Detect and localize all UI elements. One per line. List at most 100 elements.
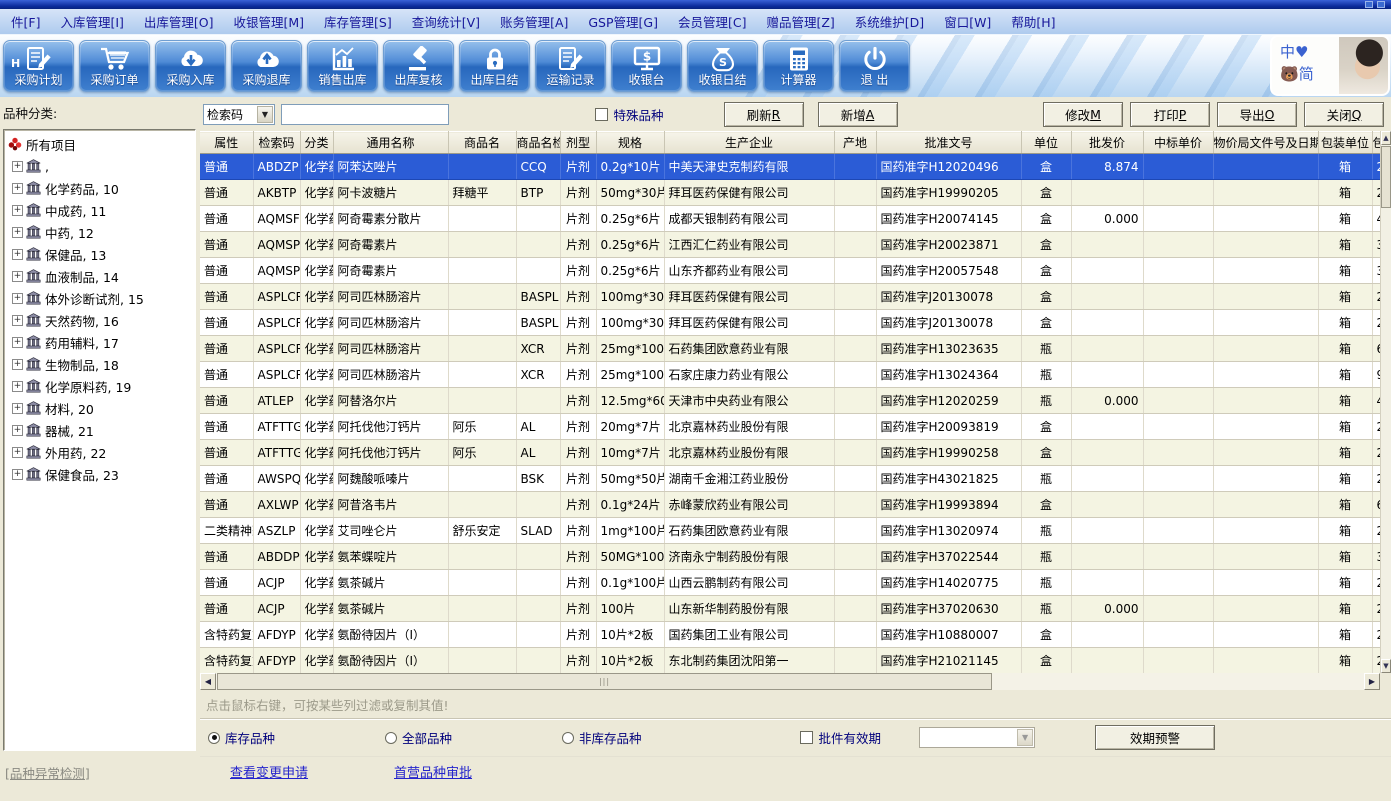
transport-record-button[interactable]: 运输记录 <box>535 40 606 92</box>
validity-period-select[interactable]: ▼ <box>919 727 1035 748</box>
non-stock-items-radio[interactable] <box>562 732 574 744</box>
all-items-radio[interactable] <box>385 732 397 744</box>
column-header[interactable]: 物价局文件号及日期 <box>1213 132 1318 154</box>
menu-item[interactable]: 系统维护[D] <box>845 12 934 31</box>
view-change-request-link[interactable]: 查看变更申请 <box>230 762 308 781</box>
column-header[interactable]: 商品名 <box>448 132 516 154</box>
modify-button[interactable]: 修改 M <box>1043 102 1123 127</box>
tree-item[interactable]: +体外诊断试剂, 15 <box>6 287 195 309</box>
table-row[interactable]: 普通AXLWP化学药阿昔洛韦片片剂0.1g*24片赤峰蒙欣药业有限公司国药准字H… <box>200 492 1380 518</box>
cashier-button[interactable]: $收银台 <box>611 40 682 92</box>
anomaly-check-link[interactable]: [品种异常检测] <box>3 763 198 782</box>
table-row[interactable]: 普通ABDZP化学药阿苯达唑片CCQ片剂0.2g*10片中美天津史克制药有限国药… <box>200 154 1380 180</box>
column-header[interactable]: 生产企业 <box>664 132 834 154</box>
plus-expander-icon[interactable]: + <box>12 271 23 282</box>
menu-item[interactable]: 窗口[W] <box>934 12 1001 31</box>
table-row[interactable]: 普通ABDDP化学药氨苯蝶啶片片剂50MG*100片济南永宁制药股份有限国药准字… <box>200 544 1380 570</box>
h-scroll-thumb[interactable]: ||| <box>217 673 992 690</box>
add-button[interactable]: 新增 A <box>818 102 898 127</box>
purchase-return-button[interactable]: 采购退库 <box>231 40 302 92</box>
column-header[interactable]: 包装 <box>1372 132 1380 154</box>
table-row[interactable]: 普通AKBTP化学药阿卡波糖片拜糖平BTP片剂50mg*30片拜耳医药保健有限公… <box>200 180 1380 206</box>
scroll-down-icon[interactable]: ▼ <box>1381 659 1391 673</box>
plus-expander-icon[interactable]: + <box>12 161 23 172</box>
tree-item[interactable]: +外用药, 22 <box>6 441 195 463</box>
table-row[interactable]: 普通ATLEP化学药阿替洛尔片片剂12.5mg*60片天津市中央药业有限公国药准… <box>200 388 1380 414</box>
plus-expander-icon[interactable]: + <box>12 381 23 392</box>
column-header[interactable]: 规格 <box>596 132 664 154</box>
menu-item[interactable]: GSP管理[G] <box>578 12 668 31</box>
column-header[interactable]: 剂型 <box>560 132 596 154</box>
table-row[interactable]: 普通AQMSP化学药阿奇霉素片片剂0.25g*6片江西汇仁药业有限公司国药准字H… <box>200 232 1380 258</box>
close-button[interactable]: 关闭 Q <box>1304 102 1384 127</box>
menu-item[interactable]: 收银管理[M] <box>224 12 315 31</box>
table-row[interactable]: 普通ASPLCRP化学药阿司匹林肠溶片XCR片剂25mg*100片石药集团欧意药… <box>200 336 1380 362</box>
scroll-left-icon[interactable]: ◀ <box>200 673 216 690</box>
menu-item[interactable]: 件[F] <box>1 12 50 31</box>
tree-item[interactable]: +化学原料药, 19 <box>6 375 195 397</box>
menu-item[interactable]: 会员管理[C] <box>668 12 756 31</box>
export-button[interactable]: 导出O <box>1217 102 1297 127</box>
column-header[interactable]: 分类 <box>300 132 333 154</box>
scroll-right-icon[interactable]: ▶ <box>1364 673 1380 690</box>
table-row[interactable]: 普通ATFTTGP化学药阿托伐他汀钙片阿乐AL片剂20mg*7片北京嘉林药业股份… <box>200 414 1380 440</box>
tree-root-item[interactable]: 所有项目 <box>6 133 195 155</box>
tree-item[interactable]: +生物制品, 18 <box>6 353 195 375</box>
minimize-icon[interactable] <box>1365 1 1373 8</box>
v-scrollbar[interactable]: ▲ ▼ <box>1380 131 1391 673</box>
menu-item[interactable]: 帮助[H] <box>1001 12 1065 31</box>
table-row[interactable]: 普通ACJP化学药氨茶碱片片剂100片山东新华制药股份有限国药准字H370206… <box>200 596 1380 622</box>
column-header[interactable]: 中标单价 <box>1143 132 1213 154</box>
plus-expander-icon[interactable]: + <box>12 403 23 414</box>
tree-item[interactable]: +中药, 12 <box>6 221 195 243</box>
column-header[interactable]: 商品名检 <box>516 132 560 154</box>
tree-item[interactable]: +天然药物, 16 <box>6 309 195 331</box>
close-icon[interactable] <box>1377 1 1385 8</box>
table-row[interactable]: 普通ACJP化学药氨茶碱片片剂0.1g*100片山西云鹏制药有限公司国药准字H1… <box>200 570 1380 596</box>
column-header[interactable]: 产地 <box>834 132 876 154</box>
plus-expander-icon[interactable]: + <box>12 205 23 216</box>
column-header[interactable]: 包装单位 <box>1318 132 1372 154</box>
table-row[interactable]: 普通AWSPQP化学药阿魏酸哌嗪片BSK片剂50mg*50片湖南千金湘江药业股份… <box>200 466 1380 492</box>
chevron-down-icon[interactable]: ▼ <box>257 106 273 123</box>
print-button[interactable]: 打印P <box>1130 102 1210 127</box>
scroll-up-icon[interactable]: ▲ <box>1381 131 1391 145</box>
tree-item[interactable]: +血液制品, 14 <box>6 265 195 287</box>
menu-item[interactable]: 账务管理[A] <box>490 12 578 31</box>
plus-expander-icon[interactable]: + <box>12 447 23 458</box>
column-header[interactable]: 通用名称 <box>333 132 448 154</box>
window-controls[interactable] <box>1365 1 1385 8</box>
plus-expander-icon[interactable]: + <box>12 425 23 436</box>
table-row[interactable]: 普通ASPLCRP化学药阿司匹林肠溶片BASPL片剂100mg*30片拜耳医药保… <box>200 284 1380 310</box>
table-row[interactable]: 普通ATFTTGP化学药阿托伐他汀钙片阿乐AL片剂10mg*7片北京嘉林药业股份… <box>200 440 1380 466</box>
menu-item[interactable]: 赠品管理[Z] <box>756 12 844 31</box>
plus-expander-icon[interactable]: + <box>12 469 23 480</box>
approval-validity-checkbox[interactable] <box>800 731 813 744</box>
column-header[interactable]: 批发价 <box>1071 132 1143 154</box>
plus-expander-icon[interactable]: + <box>12 359 23 370</box>
search-field-select[interactable]: 检索码 ▼ <box>203 104 275 125</box>
column-header[interactable]: 批准文号 <box>876 132 1021 154</box>
column-header[interactable]: 单位 <box>1021 132 1071 154</box>
table-row[interactable]: 含特药复方AFDYP化学药氨酚待因片（Ⅰ）片剂10片*2板国药集团工业有限公司国… <box>200 622 1380 648</box>
menu-item[interactable]: 入库管理[I] <box>50 12 133 31</box>
special-items-checkbox[interactable] <box>595 108 608 121</box>
tree-item[interactable]: +保健食品, 23 <box>6 463 195 485</box>
calculator-button[interactable]: 计算器 <box>763 40 834 92</box>
tree-item[interactable]: +材料, 20 <box>6 397 195 419</box>
table-row[interactable]: 二类精神药ASZLP化学药艾司唑仑片舒乐安定SLAD片剂1mg*100片石药集团… <box>200 518 1380 544</box>
plus-expander-icon[interactable]: + <box>12 315 23 326</box>
first-business-approval-link[interactable]: 首营品种审批 <box>394 762 472 781</box>
plus-expander-icon[interactable]: + <box>12 293 23 304</box>
plus-expander-icon[interactable]: + <box>12 249 23 260</box>
sales-outbound-button[interactable]: 销售出库 <box>307 40 378 92</box>
table-row[interactable]: 普通ASPLCRP化学药阿司匹林肠溶片XCR片剂25mg*100片石家庄康力药业… <box>200 362 1380 388</box>
table-row[interactable]: 普通AQMSP化学药阿奇霉素片片剂0.25g*6片山东齐都药业有限公司国药准字H… <box>200 258 1380 284</box>
search-input[interactable] <box>281 104 449 125</box>
outbound-review-button[interactable]: 出库复核 <box>383 40 454 92</box>
tree-item[interactable]: +器械, 21 <box>6 419 195 441</box>
exit-button[interactable]: 退 出 <box>839 40 910 92</box>
purchase-inbound-button[interactable]: 采购入库 <box>155 40 226 92</box>
table-row[interactable]: 含特药复方AFDYP化学药氨酚待因片（Ⅰ）片剂10片*2板东北制药集团沈阳第一国… <box>200 648 1380 674</box>
tree-item[interactable]: +中成药, 11 <box>6 199 195 221</box>
